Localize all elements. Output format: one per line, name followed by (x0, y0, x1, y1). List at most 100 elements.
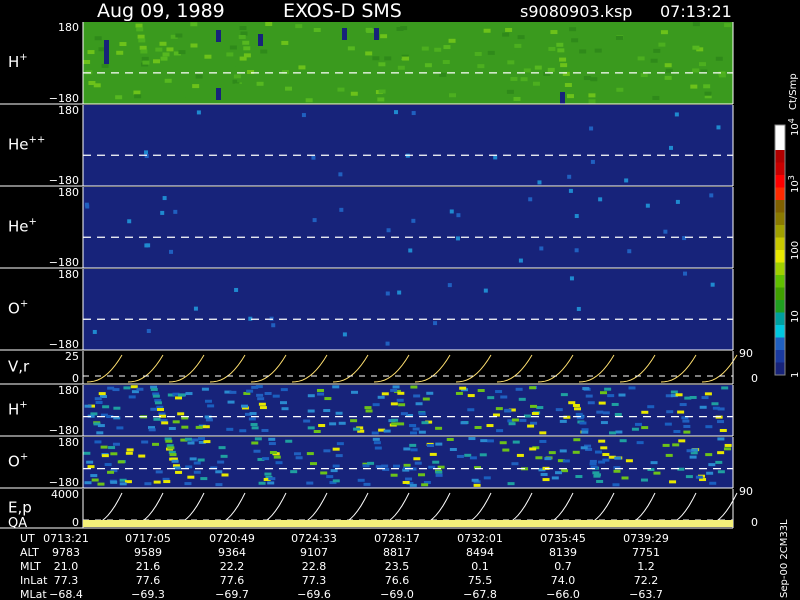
count-cell (166, 47, 174, 52)
count-cell (350, 419, 358, 423)
count-cell (184, 482, 192, 486)
count-cell (385, 291, 390, 296)
count-cell (258, 34, 263, 46)
count-cell (342, 28, 347, 40)
colorbar-segment (775, 237, 785, 251)
count-cell (631, 427, 639, 431)
count-cell (717, 420, 725, 424)
ephemeris-value: 22.2 (220, 560, 245, 573)
count-cell (579, 49, 587, 54)
ephemeris-value: 0739:29 (623, 532, 669, 545)
colorbar-segment (775, 250, 785, 263)
colorbar-segment (775, 275, 785, 288)
count-cell (435, 470, 443, 474)
count-cell (576, 306, 581, 311)
ephemeris-value: −63.7 (629, 588, 663, 600)
count-cell (719, 428, 727, 432)
count-cell (391, 422, 399, 426)
count-cell (309, 462, 317, 466)
count-cell (611, 402, 619, 406)
count-cell (483, 476, 491, 480)
count-cell (155, 470, 163, 474)
count-cell (365, 409, 373, 413)
count-cell (502, 448, 510, 452)
count-cell (169, 249, 174, 254)
ephemeris-value: 9107 (300, 546, 328, 559)
count-cell (94, 36, 102, 41)
count-cell (90, 474, 98, 478)
count-cell (675, 393, 683, 397)
colorbar-segment (775, 325, 785, 338)
count-cell (142, 60, 150, 65)
count-cell (317, 392, 325, 396)
count-cell (575, 475, 583, 479)
count-cell (175, 470, 183, 474)
colorbar-segment (775, 125, 785, 138)
count-cell (592, 471, 600, 475)
count-cell (312, 218, 317, 223)
count-cell (365, 51, 373, 56)
count-cell (405, 477, 413, 481)
count-cell (154, 401, 162, 405)
count-cell (261, 428, 269, 432)
count-cell (602, 458, 610, 462)
count-cell (280, 388, 288, 392)
count-cell (318, 424, 326, 428)
count-cell (265, 22, 273, 27)
count-cell (723, 447, 731, 451)
count-cell (634, 422, 642, 426)
count-cell (665, 68, 673, 73)
count-cell (251, 426, 259, 430)
count-cell (607, 394, 615, 398)
count-cell (123, 386, 131, 390)
count-cell (268, 437, 276, 441)
count-cell (474, 51, 482, 56)
count-cell (338, 421, 346, 425)
count-cell (393, 464, 401, 468)
count-cell (255, 385, 263, 389)
count-cell (215, 483, 223, 487)
count-cell (664, 422, 672, 426)
count-cell (305, 98, 313, 103)
count-cell (411, 111, 416, 116)
count-cell (556, 42, 564, 47)
count-cell (559, 57, 567, 62)
count-cell (560, 92, 565, 104)
count-cell (483, 288, 488, 293)
count-cell (85, 204, 90, 209)
count-cell (496, 429, 504, 433)
count-cell (709, 193, 714, 198)
count-cell (712, 406, 720, 410)
count-cell (311, 155, 316, 160)
count-cell (487, 396, 495, 400)
count-cell (590, 159, 595, 164)
count-cell (372, 56, 380, 61)
count-cell (530, 404, 538, 408)
count-cell (663, 229, 668, 234)
ephemeris-value: 0724:33 (291, 532, 337, 545)
count-cell (653, 471, 661, 475)
count-cell (136, 27, 144, 32)
count-cell (257, 397, 265, 401)
count-cell (418, 412, 426, 416)
count-cell (119, 42, 127, 47)
count-cell (101, 454, 109, 458)
count-cell (502, 32, 510, 37)
panel-2: He+180−180 (0, 186, 734, 269)
count-cell (467, 408, 475, 412)
count-cell (413, 457, 421, 461)
count-cell (303, 419, 311, 423)
count-cell (323, 409, 331, 413)
count-cell (505, 27, 513, 32)
count-cell (641, 426, 649, 430)
count-cell (403, 92, 411, 97)
count-cell (573, 438, 581, 442)
count-cell (439, 72, 447, 77)
count-cell (152, 442, 160, 446)
count-cell (285, 439, 293, 443)
colorbar-tick: 104 (787, 118, 800, 136)
count-cell (112, 442, 120, 446)
count-cell (721, 386, 729, 390)
count-cell (119, 482, 127, 486)
count-cell (555, 408, 563, 412)
